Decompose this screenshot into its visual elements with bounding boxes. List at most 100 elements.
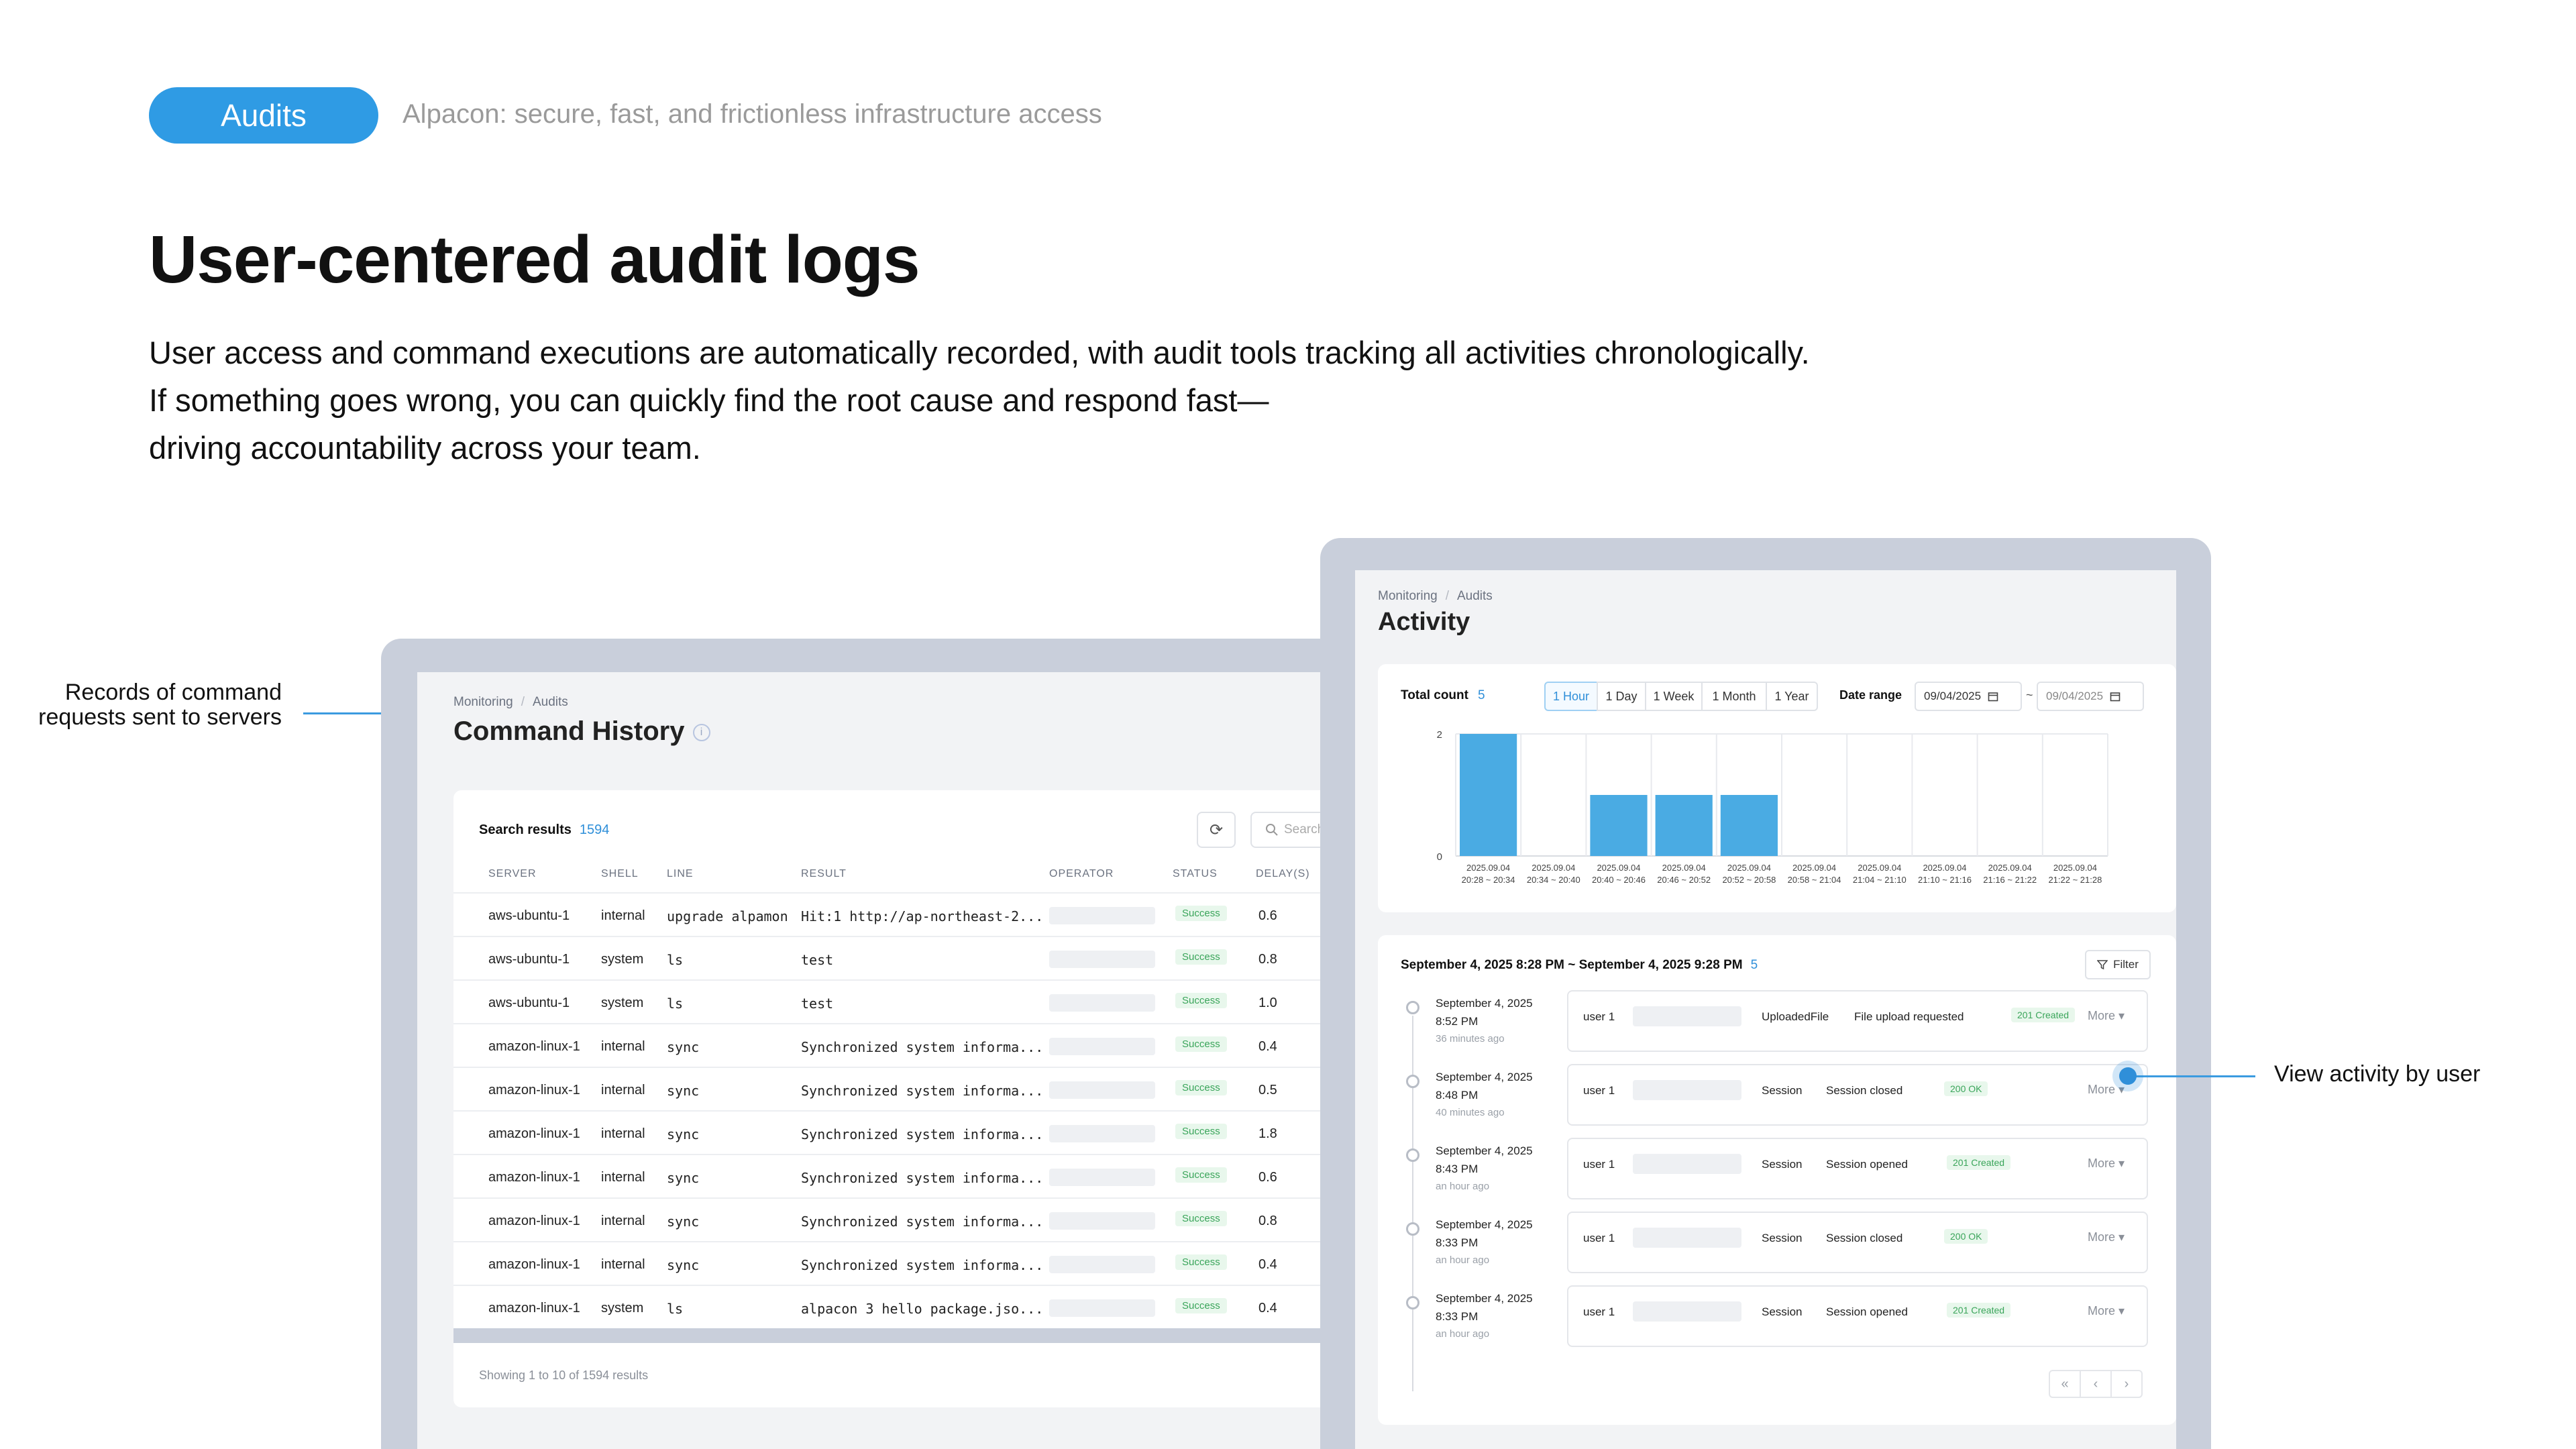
horizontal-scrollbar[interactable] [453, 1328, 1360, 1343]
status-badge: Success [1175, 993, 1227, 1008]
callout-dot [2119, 1067, 2137, 1085]
more-button[interactable]: More ▾ [2088, 1230, 2125, 1244]
filter-button[interactable]: Filter [2085, 950, 2151, 979]
page-prev-button[interactable]: ‹ [2080, 1370, 2112, 1398]
tagline: Alpacon: secure, fast, and frictionless … [402, 99, 1102, 129]
event-relative-time: an hour ago [1436, 1181, 1490, 1192]
more-label: More [2088, 1083, 2116, 1096]
refresh-button[interactable]: ⟳ [1197, 812, 1236, 848]
column-header-result[interactable]: RESULT [801, 868, 847, 880]
cell-delay: 1.0 [1258, 996, 1277, 1010]
column-header-shell[interactable]: SHELL [601, 868, 639, 880]
info-icon[interactable]: i [692, 724, 710, 742]
cell-line: sync [667, 1170, 700, 1186]
event-relative-time: an hour ago [1436, 1254, 1490, 1266]
cell-result: Synchronized system informa... [801, 1126, 1044, 1142]
breadcrumb: Monitoring / Audits [1378, 589, 1493, 603]
cell-result: Synchronized system informa... [801, 1039, 1044, 1055]
breadcrumb-monitoring[interactable]: Monitoring [1378, 589, 1438, 603]
cell-line: sync [667, 1083, 700, 1099]
table-row[interactable]: amazon-linux-1 internal sync Synchronized s… [453, 1023, 1360, 1067]
cell-delay: 0.5 [1258, 1083, 1277, 1097]
table-row[interactable]: aws-ubuntu-1 system ls test Success 1.0 [453, 979, 1360, 1023]
activity-bar-chart: 0 2 2025.09.04 20:28 ~ 20:34 2025.09.04 20:34… [1437, 729, 2108, 885]
breadcrumb-audits[interactable]: Audits [1457, 589, 1493, 603]
event-action: Session opened [1826, 1305, 1908, 1318]
more-button[interactable]: More ▾ [2088, 1304, 2125, 1318]
table-row[interactable]: amazon-linux-1 system ls alpacon 3 hello pa… [453, 1285, 1360, 1328]
range-title: September 4, 2025 8:28 PM ~ September 4,… [1401, 958, 1758, 973]
x-tick-label: 20:28 ~ 20:34 [1462, 875, 1515, 885]
cell-line: ls [667, 1301, 684, 1317]
activity-title: Activity [1378, 608, 1470, 636]
event-relative-time: an hour ago [1436, 1328, 1490, 1340]
x-tick-label: 2025.09.04 [1662, 863, 1706, 873]
event-card[interactable]: user 1 Session Session closed 200 OK More ▾ [1567, 1064, 2148, 1126]
page-first-button[interactable]: « [2049, 1370, 2081, 1398]
activity-events-card: September 4, 2025 8:28 PM ~ September 4,… [1378, 935, 2176, 1425]
breadcrumb-audits[interactable]: Audits [533, 695, 568, 709]
search-results: Search results 1594 [479, 822, 609, 838]
table-row[interactable]: amazon-linux-1 internal sync Synchronized s… [453, 1241, 1360, 1285]
chevron-down-icon: ▾ [2115, 1083, 2125, 1096]
range-count: 5 [1750, 958, 1758, 972]
activity-frame: Monitoring / Audits Activity Total count 5 … [1320, 538, 2211, 1449]
breadcrumb-monitoring[interactable]: Monitoring [453, 695, 513, 709]
event-user: user 1 [1583, 1305, 1615, 1318]
event-card[interactable]: user 1 Session Session closed 200 OK More ▾ [1567, 1212, 2148, 1273]
cell-operator [1049, 1212, 1155, 1230]
table-row[interactable]: amazon-linux-1 internal sync Synchronized s… [453, 1197, 1360, 1241]
cell-delay: 0.4 [1258, 1301, 1277, 1316]
column-header-server[interactable]: SERVER [488, 868, 537, 880]
chevron-down-icon: ▾ [2115, 1009, 2125, 1022]
cell-server: amazon-linux-1 [488, 1039, 580, 1054]
cell-line: sync [667, 1039, 700, 1055]
more-button[interactable]: More ▾ [2088, 1009, 2125, 1023]
cell-result: Synchronized system informa... [801, 1170, 1044, 1186]
table-row[interactable]: amazon-linux-1 internal sync Synchronized s… [453, 1067, 1360, 1110]
event-card[interactable]: user 1 UploadedFile File upload requested 2… [1567, 990, 2148, 1052]
cell-line: sync [667, 1126, 700, 1142]
cell-delay: 0.6 [1258, 1170, 1277, 1185]
event-card[interactable]: user 1 Session Session opened 201 Created Mo… [1567, 1285, 2148, 1347]
event-datetime: September 4, 2025 8:52 PM [1436, 994, 1533, 1030]
description-line: User access and command executions are a… [149, 335, 1810, 370]
table-row[interactable]: aws-ubuntu-1 internal upgrade alpamon Hit:1… [453, 892, 1360, 936]
column-header-status[interactable]: STATUS [1173, 868, 1218, 880]
cell-result: Synchronized system informa... [801, 1083, 1044, 1099]
cell-server: amazon-linux-1 [488, 1214, 580, 1228]
event-type: Session [1762, 1232, 1803, 1244]
table-row[interactable]: amazon-linux-1 internal sync Synchronized s… [453, 1110, 1360, 1154]
page-next-button[interactable]: › [2110, 1370, 2143, 1398]
more-button[interactable]: More ▾ [2088, 1157, 2125, 1171]
event-relative-time: 36 minutes ago [1436, 1033, 1505, 1044]
section-pill: Audits [149, 87, 378, 144]
callout-activity-by-user: View activity by user [2274, 1061, 2481, 1087]
bar [1590, 795, 1648, 856]
event-user-detail [1633, 1006, 1741, 1026]
x-tick-label: 20:46 ~ 20:52 [1657, 875, 1711, 885]
event-card[interactable]: user 1 Session Session opened 201 Created Mo… [1567, 1138, 2148, 1199]
cell-server: aws-ubuntu-1 [488, 908, 570, 923]
cell-delay: 0.4 [1258, 1257, 1277, 1272]
table-row[interactable]: aws-ubuntu-1 system ls test Success 0.8 [453, 936, 1360, 979]
bar [1720, 795, 1778, 856]
column-header-operator[interactable]: OPERATOR [1049, 868, 1114, 880]
cell-operator [1049, 1299, 1155, 1317]
event-datetime: September 4, 2025 8:33 PM [1436, 1216, 1533, 1252]
more-button[interactable]: More ▾ [2088, 1083, 2125, 1097]
timeline-line [1412, 1016, 1413, 1391]
event-status-badge: 201 Created [1947, 1303, 2011, 1318]
event-user: user 1 [1583, 1158, 1615, 1171]
command-history-screen: Monitoring / Audits Command History i Searc… [417, 672, 1360, 1449]
cell-result: alpacon 3 hello package.jso... [801, 1301, 1044, 1317]
filter-label: Filter [2113, 958, 2139, 971]
cell-server: aws-ubuntu-1 [488, 952, 570, 967]
callout-line: Records of command [64, 680, 282, 705]
cell-result: Hit:1 http://ap-northeast-2... [801, 908, 1044, 924]
cell-shell: internal [601, 1126, 645, 1141]
table-row[interactable]: amazon-linux-1 internal sync Synchronized s… [453, 1154, 1360, 1197]
column-header-line[interactable]: LINE [667, 868, 694, 880]
column-header-delay[interactable]: DELAY(S) [1256, 868, 1310, 880]
x-tick-label: 21:16 ~ 21:22 [1983, 875, 2037, 885]
